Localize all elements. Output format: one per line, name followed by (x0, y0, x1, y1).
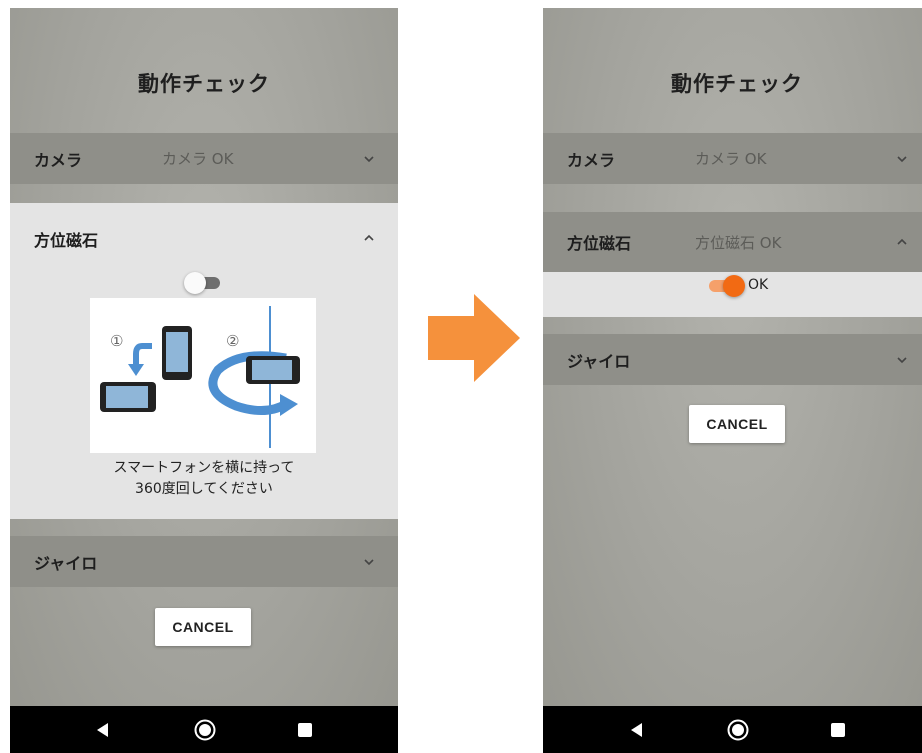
step-2-marker: ② (226, 332, 239, 350)
recents-icon[interactable] (826, 718, 850, 742)
back-icon[interactable] (625, 718, 649, 742)
chevron-down-icon[interactable] (360, 150, 378, 168)
system-nav-bar (543, 706, 922, 753)
chevron-down-icon[interactable] (893, 150, 911, 168)
camera-row[interactable]: カメラ カメラ OK (10, 133, 398, 184)
chevron-down-icon[interactable] (360, 553, 378, 571)
compass-row[interactable]: 方位磁石 方位磁石 OK (543, 212, 922, 272)
compass-toggle[interactable] (705, 275, 745, 297)
cancel-button[interactable]: CANCEL (155, 608, 251, 646)
recents-icon[interactable] (293, 718, 317, 742)
compass-panel: OK (543, 272, 922, 317)
compass-toggle[interactable] (184, 272, 224, 294)
page-title: 動作チェック (138, 72, 270, 96)
chevron-down-icon[interactable] (893, 351, 911, 369)
compass-panel: 方位磁石 ① ② スマートフォンを横に持って 360度回してください (10, 203, 398, 519)
gyro-label: ジャイロ (567, 351, 631, 371)
compass-instruction: スマートフォンを横に持って 360度回してください (10, 458, 398, 500)
gyro-label: ジャイロ (34, 553, 98, 573)
home-icon[interactable] (193, 718, 217, 742)
home-icon[interactable] (726, 718, 750, 742)
compass-label: 方位磁石 (567, 234, 632, 253)
cancel-button[interactable]: CANCEL (689, 405, 785, 443)
gyro-row[interactable]: ジャイロ (543, 334, 922, 385)
toggle-knob (184, 272, 206, 294)
camera-label: カメラ (34, 150, 83, 170)
compass-label: 方位磁石 (34, 231, 99, 250)
system-nav-bar (10, 706, 398, 753)
toggle-knob (723, 275, 745, 297)
toggle-ok-label: OK (748, 277, 769, 293)
gyro-row[interactable]: ジャイロ (10, 536, 398, 587)
camera-row[interactable]: カメラ カメラ OK (543, 133, 922, 184)
compass-header[interactable]: 方位磁石 (10, 203, 398, 273)
page-title: 動作チェック (671, 72, 803, 96)
phone-screen-before: 動作チェック カメラ カメラ OK 方位磁石 ① ② スマートフォンを横に持って… (10, 8, 398, 753)
chevron-up-icon[interactable] (360, 229, 378, 247)
camera-label: カメラ (567, 150, 616, 170)
chevron-up-icon[interactable] (893, 233, 911, 251)
transition-arrow-icon (428, 294, 520, 382)
compass-status: 方位磁石 OK (695, 233, 782, 252)
rotation-illustration: ① ② (90, 298, 316, 453)
back-icon[interactable] (91, 718, 115, 742)
camera-status: カメラ OK (695, 150, 767, 168)
camera-status: カメラ OK (162, 150, 234, 168)
instruction-line-1: スマートフォンを横に持って (113, 460, 295, 476)
step-1-marker: ① (110, 332, 123, 350)
instruction-line-2: 360度回してください (135, 481, 273, 497)
phone-screen-after: 動作チェック カメラ カメラ OK 方位磁石 方位磁石 OK OK ジャイロ C… (543, 8, 922, 753)
